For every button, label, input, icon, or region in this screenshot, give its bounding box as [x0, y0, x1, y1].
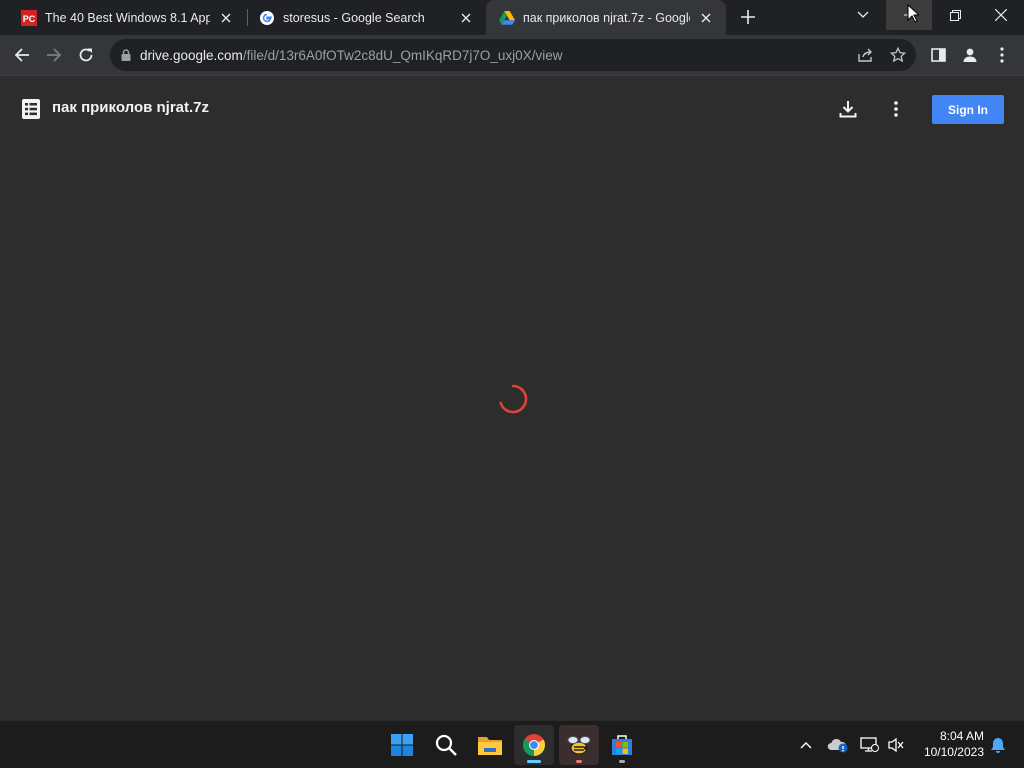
google-g-icon — [259, 10, 275, 26]
sign-in-button[interactable]: Sign In — [932, 95, 1004, 124]
network-icon — [860, 737, 879, 752]
notifications-button[interactable] — [986, 733, 1010, 757]
sandboxie-icon — [567, 736, 591, 755]
file-title: пак приколов njrat.7z — [52, 99, 210, 116]
volume-tray-icon[interactable] — [884, 733, 908, 757]
svg-text:PC: PC — [23, 14, 36, 24]
microsoft-store-button[interactable] — [602, 725, 642, 765]
lock-icon[interactable] — [121, 49, 131, 61]
tab-google-search[interactable]: storesus - Google Search — [238, 0, 486, 35]
kebab-menu-icon — [1000, 47, 1004, 63]
tab-pcmag[interactable]: PC The 40 Best Windows 8.1 Apps | — [0, 0, 246, 35]
mouse-cursor-icon — [907, 4, 919, 23]
active-indicator — [527, 760, 541, 763]
profile-button[interactable] — [954, 39, 986, 71]
bell-icon — [991, 737, 1005, 753]
close-window-button[interactable] — [978, 0, 1024, 30]
side-panel-icon — [930, 48, 946, 62]
bookmark-button[interactable] — [882, 39, 914, 71]
chrome-taskbar-button[interactable] — [514, 725, 554, 765]
reload-button[interactable] — [70, 39, 102, 71]
microsoft-store-icon — [612, 735, 632, 755]
close-icon — [995, 9, 1007, 21]
running-indicator — [619, 760, 625, 763]
side-panel-button[interactable] — [922, 39, 954, 71]
restore-icon — [949, 9, 961, 21]
arrow-right-icon — [47, 48, 62, 62]
chevron-down-icon — [857, 11, 869, 18]
back-button[interactable] — [6, 39, 38, 71]
onedrive-tray-icon[interactable] — [826, 733, 850, 757]
browser-toolbar: drive.google.com/file/d/13r6A0fOTw2c8dU_… — [0, 35, 1024, 76]
sandboxie-taskbar-button[interactable] — [559, 725, 599, 765]
more-actions-button[interactable] — [880, 93, 912, 125]
show-hidden-icons-button[interactable] — [794, 733, 818, 757]
restore-button[interactable] — [932, 0, 978, 30]
system-clock[interactable]: 8:04 AM 10/10/2023 — [914, 728, 984, 760]
drive-file-viewer: пак приколов njrat.7z Sign In — [0, 77, 1024, 720]
clock-date: 10/10/2023 — [923, 745, 984, 759]
chrome-icon — [523, 734, 545, 756]
onedrive-icon — [827, 738, 848, 753]
tab-strip: PC The 40 Best Windows 8.1 Apps | stores… — [0, 0, 1024, 35]
loading-spinner-icon — [499, 384, 528, 414]
plus-icon — [741, 10, 755, 24]
url-host: drive.google.com — [140, 47, 243, 63]
volume-muted-icon — [888, 737, 904, 753]
google-drive-icon — [499, 10, 515, 26]
search-icon — [435, 734, 457, 756]
file-explorer-button[interactable] — [470, 725, 510, 765]
close-tab-icon[interactable] — [696, 8, 716, 28]
url-text: drive.google.com/file/d/13r6A0fOTw2c8dU_… — [140, 48, 562, 63]
file-explorer-icon — [478, 737, 502, 755]
tab-title: пак приколов njrat.7z - Google — [523, 10, 690, 25]
pcmag-icon: PC — [21, 9, 37, 26]
download-icon — [839, 101, 857, 118]
close-tab-icon[interactable] — [456, 8, 476, 28]
tab-title: The 40 Best Windows 8.1 Apps | — [45, 10, 210, 25]
taskbar-search-button[interactable] — [426, 725, 466, 765]
share-icon — [858, 48, 872, 62]
tab-title: storesus - Google Search — [283, 10, 425, 25]
kebab-menu-icon — [894, 101, 898, 117]
download-button[interactable] — [832, 93, 864, 125]
chrome-menu-button[interactable] — [986, 39, 1018, 71]
network-tray-icon[interactable] — [858, 733, 882, 757]
tab-search-button[interactable] — [840, 0, 886, 30]
tab-google-drive[interactable]: пак приколов njrat.7z - Google — [486, 0, 726, 35]
new-tab-button[interactable] — [732, 2, 764, 32]
address-bar[interactable]: drive.google.com/file/d/13r6A0fOTw2c8dU_… — [110, 39, 916, 71]
star-icon — [890, 47, 906, 63]
arrow-left-icon — [14, 48, 29, 62]
file-list-icon — [22, 99, 40, 119]
start-button[interactable] — [382, 725, 422, 765]
share-button[interactable] — [850, 39, 882, 71]
clock-time: 8:04 AM — [939, 729, 984, 743]
reload-icon — [79, 48, 93, 62]
running-indicator — [576, 760, 582, 763]
viewer-header: пак приколов njrat.7z Sign In — [0, 77, 1024, 141]
avatar-icon — [963, 48, 977, 62]
url-path: /file/d/13r6A0fOTw2c8dU_QmIKqRD7j7O_uxj0… — [242, 47, 563, 63]
forward-button[interactable] — [38, 39, 70, 71]
close-tab-icon[interactable] — [216, 8, 236, 28]
windows-taskbar: 8:04 AM 10/10/2023 — [0, 720, 1024, 768]
chevron-up-icon — [800, 742, 812, 749]
windows-start-icon — [391, 734, 413, 756]
